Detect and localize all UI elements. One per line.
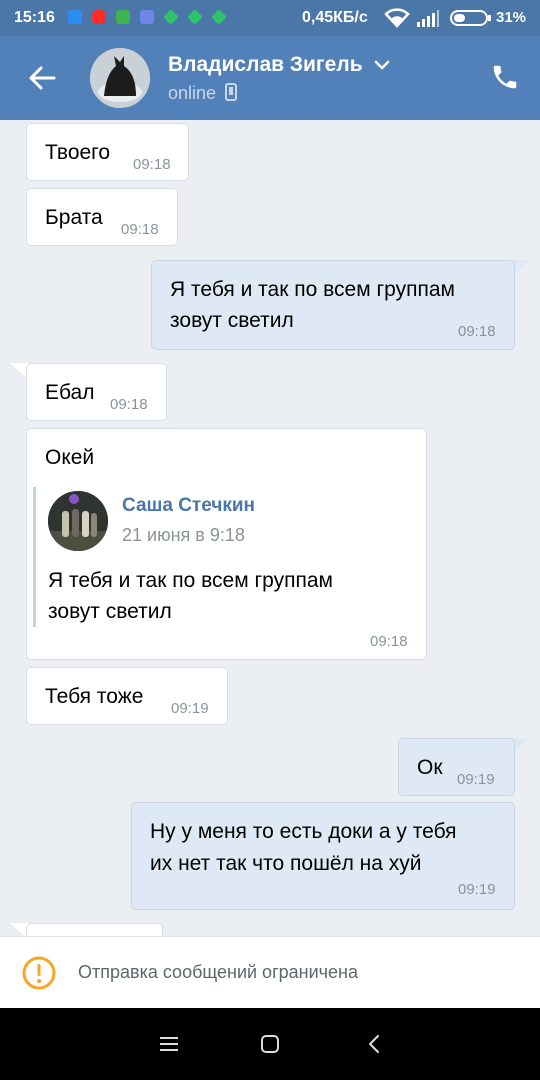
warning-icon — [22, 956, 56, 990]
message-text: Твоего — [45, 141, 111, 164]
message-text-line: Ну у меня то есть доки а у тебя — [150, 820, 457, 843]
message-time: 09:18 — [110, 396, 148, 413]
battery-percent: 31% — [496, 9, 527, 26]
message-time: 09:18 — [458, 323, 496, 340]
contact-status: online — [168, 83, 238, 104]
chat-header: Владислав Зигель online — [0, 36, 540, 120]
forwarded-message[interactable]: Саша Стечкин 21 июня в 9:18 Я тебя и так… — [33, 487, 403, 627]
battery-icon — [450, 10, 491, 26]
menu-icon[interactable] — [154, 1030, 184, 1058]
youtube-icon — [92, 10, 106, 24]
message-time: 09:19 — [458, 881, 496, 898]
wifi-icon — [384, 8, 410, 28]
nav-back-icon[interactable] — [360, 1030, 390, 1058]
message-text: Ебал — [45, 381, 95, 404]
status-bar: 15:16 0,45КБ/с 31% — [0, 0, 540, 36]
messaging-restricted-banner: Отправка сообщений ограничена — [0, 936, 540, 1008]
message-incoming[interactable] — [26, 923, 163, 936]
app-icon — [187, 9, 203, 25]
forwarded-text-line: зовут светил — [48, 600, 172, 623]
message-time: 09:19 — [457, 771, 495, 788]
network-speed: 0,45КБ/с — [302, 9, 368, 26]
message-time: 09:18 — [370, 633, 408, 650]
message-text-line: их нет так что пошёл на хуй — [150, 852, 422, 875]
home-icon[interactable] — [255, 1030, 285, 1058]
contact-name[interactable]: Владислав Зигель — [168, 53, 390, 77]
mobile-icon — [225, 83, 238, 101]
message-time: 09:19 — [171, 700, 209, 717]
contact-avatar[interactable] — [90, 48, 150, 108]
maps-icon — [116, 10, 130, 24]
chevron-down-icon[interactable] — [374, 59, 390, 71]
message-text: Окей — [45, 446, 95, 469]
message-incoming[interactable]: Ебал 09:18 — [26, 363, 167, 421]
system-nav-bar — [0, 1008, 540, 1080]
message-text: Ок — [417, 756, 443, 779]
forwarded-author-avatar[interactable] — [48, 491, 108, 551]
app-icon — [211, 9, 227, 25]
contact-status-text: online — [168, 83, 217, 103]
message-time: 09:18 — [133, 156, 171, 173]
message-outgoing[interactable]: Ок 09:19 — [398, 738, 515, 796]
status-time: 15:16 — [14, 9, 55, 26]
message-text: Брата — [45, 206, 103, 229]
notification-icon — [68, 10, 82, 24]
message-text-line: Я тебя и так по всем группам — [170, 278, 455, 301]
forwarded-text-line: Я тебя и так по всем группам — [48, 569, 333, 592]
message-incoming[interactable]: Брата 09:18 — [26, 188, 178, 246]
message-outgoing[interactable]: Ну у меня то есть доки а у тебя их нет т… — [131, 802, 515, 910]
back-arrow-icon[interactable] — [24, 62, 60, 94]
forwarded-date: 21 июня в 9:18 — [122, 525, 245, 545]
forwarded-author-name[interactable]: Саша Стечкин — [122, 495, 255, 517]
message-time: 09:18 — [121, 221, 159, 238]
phone-icon[interactable] — [490, 62, 520, 92]
message-text-line: зовут светил — [170, 309, 294, 332]
signal-icon — [417, 10, 439, 27]
message-text: Тебя тоже — [45, 685, 144, 708]
app-icon — [163, 9, 179, 25]
restriction-text: Отправка сообщений ограничена — [78, 962, 358, 982]
message-incoming[interactable]: Твоего 09:18 — [26, 123, 189, 181]
message-outgoing[interactable]: Я тебя и так по всем группам зовут свети… — [151, 260, 515, 350]
message-list[interactable]: Твоего 09:18 Брата 09:18 Я тебя и так по… — [0, 120, 540, 936]
vk-icon — [140, 10, 154, 24]
message-incoming[interactable]: Тебя тоже 09:19 — [26, 667, 228, 725]
message-incoming[interactable]: Окей Саша Стечкин 21 июня в 9:18 Я тебя … — [26, 428, 427, 660]
contact-name-text: Владислав Зигель — [168, 53, 363, 76]
